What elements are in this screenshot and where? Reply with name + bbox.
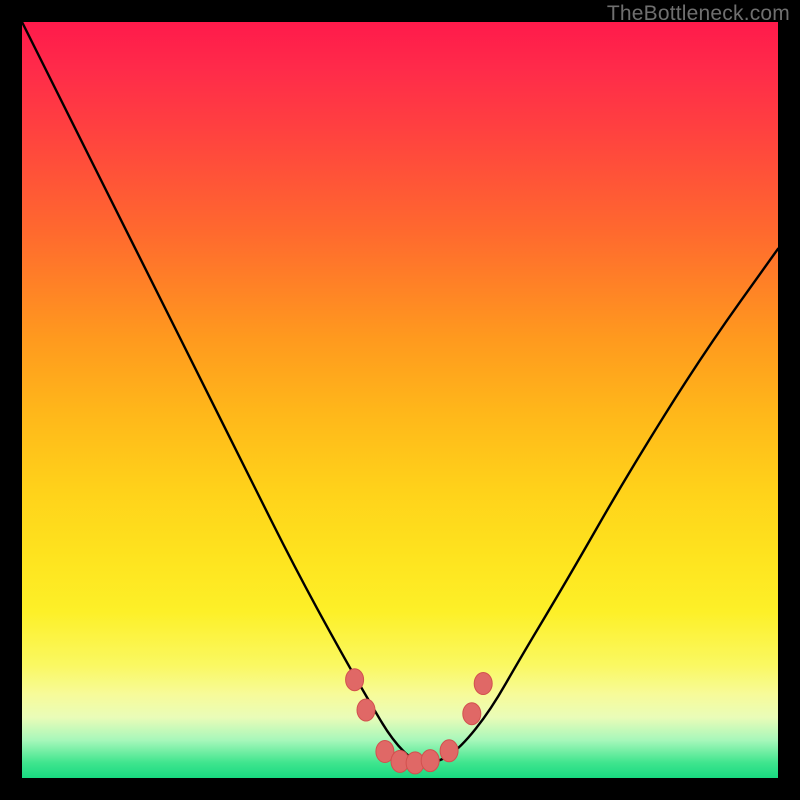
curve-marker <box>346 669 364 691</box>
curve-marker <box>376 741 394 763</box>
curve-marker <box>463 703 481 725</box>
curve-marker <box>421 750 439 772</box>
bottleneck-curve <box>22 22 778 763</box>
curve-marker <box>440 740 458 762</box>
watermark-text: TheBottleneck.com <box>607 2 790 26</box>
curve-marker <box>391 750 409 772</box>
curve-marker <box>406 752 424 774</box>
chart-markers <box>346 669 493 774</box>
curve-marker <box>357 699 375 721</box>
chart-svg <box>22 22 778 778</box>
chart-stage: TheBottleneck.com <box>0 0 800 800</box>
curve-marker <box>474 673 492 695</box>
chart-plot-area <box>22 22 778 778</box>
